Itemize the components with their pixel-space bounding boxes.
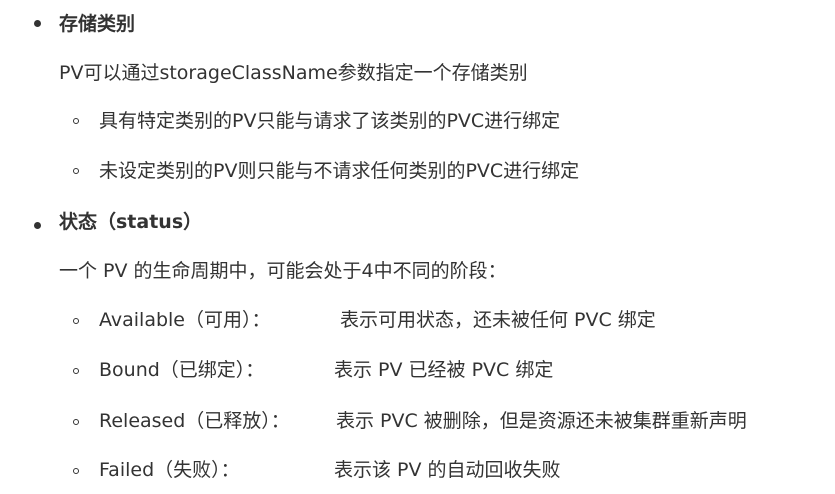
- sub-bullet: [73, 419, 79, 425]
- document: 存储类别 PV可以通过storageClassName参数指定一个存储类别 具有…: [0, 0, 835, 494]
- sub-bullet: [73, 468, 79, 474]
- storage-class-item: 具有特定类别的PV只能与请求了该类别的PVC进行绑定: [99, 110, 561, 132]
- sub-bullet: [73, 168, 79, 174]
- storage-class-item: 未设定类别的PV则只能与不请求任何类别的PVC进行绑定: [99, 160, 580, 182]
- status-phase-desc: 表示 PVC 被删除，但是资源还未被集群重新声明: [336, 410, 747, 432]
- storage-class-intro: PV可以通过storageClassName参数指定一个存储类别: [59, 62, 528, 84]
- sub-bullet: [73, 318, 79, 324]
- sub-bullet: [73, 118, 79, 124]
- section-bullet: [34, 20, 41, 27]
- section-bullet: [34, 222, 41, 229]
- section-title-storage-class: 存储类别: [59, 13, 136, 35]
- status-phase-desc: 表示可用状态，还未被任何 PVC 绑定: [340, 309, 656, 331]
- status-phase-label: Released（已释放）：: [99, 410, 290, 432]
- sub-bullet: [73, 368, 79, 374]
- status-phase-desc: 表示 PV 已经被 PVC 绑定: [334, 359, 554, 381]
- section-title-status: 状态（status）: [59, 211, 203, 233]
- status-intro: 一个 PV 的生命周期中，可能会处于4中不同的阶段：: [59, 260, 507, 282]
- status-phase-label: Failed（失败）：: [99, 459, 240, 481]
- status-phase-label: Available（可用）：: [99, 309, 271, 331]
- status-phase-desc: 表示该 PV 的自动回收失败: [334, 459, 561, 481]
- status-phase-label: Bound（已绑定）：: [99, 359, 265, 381]
